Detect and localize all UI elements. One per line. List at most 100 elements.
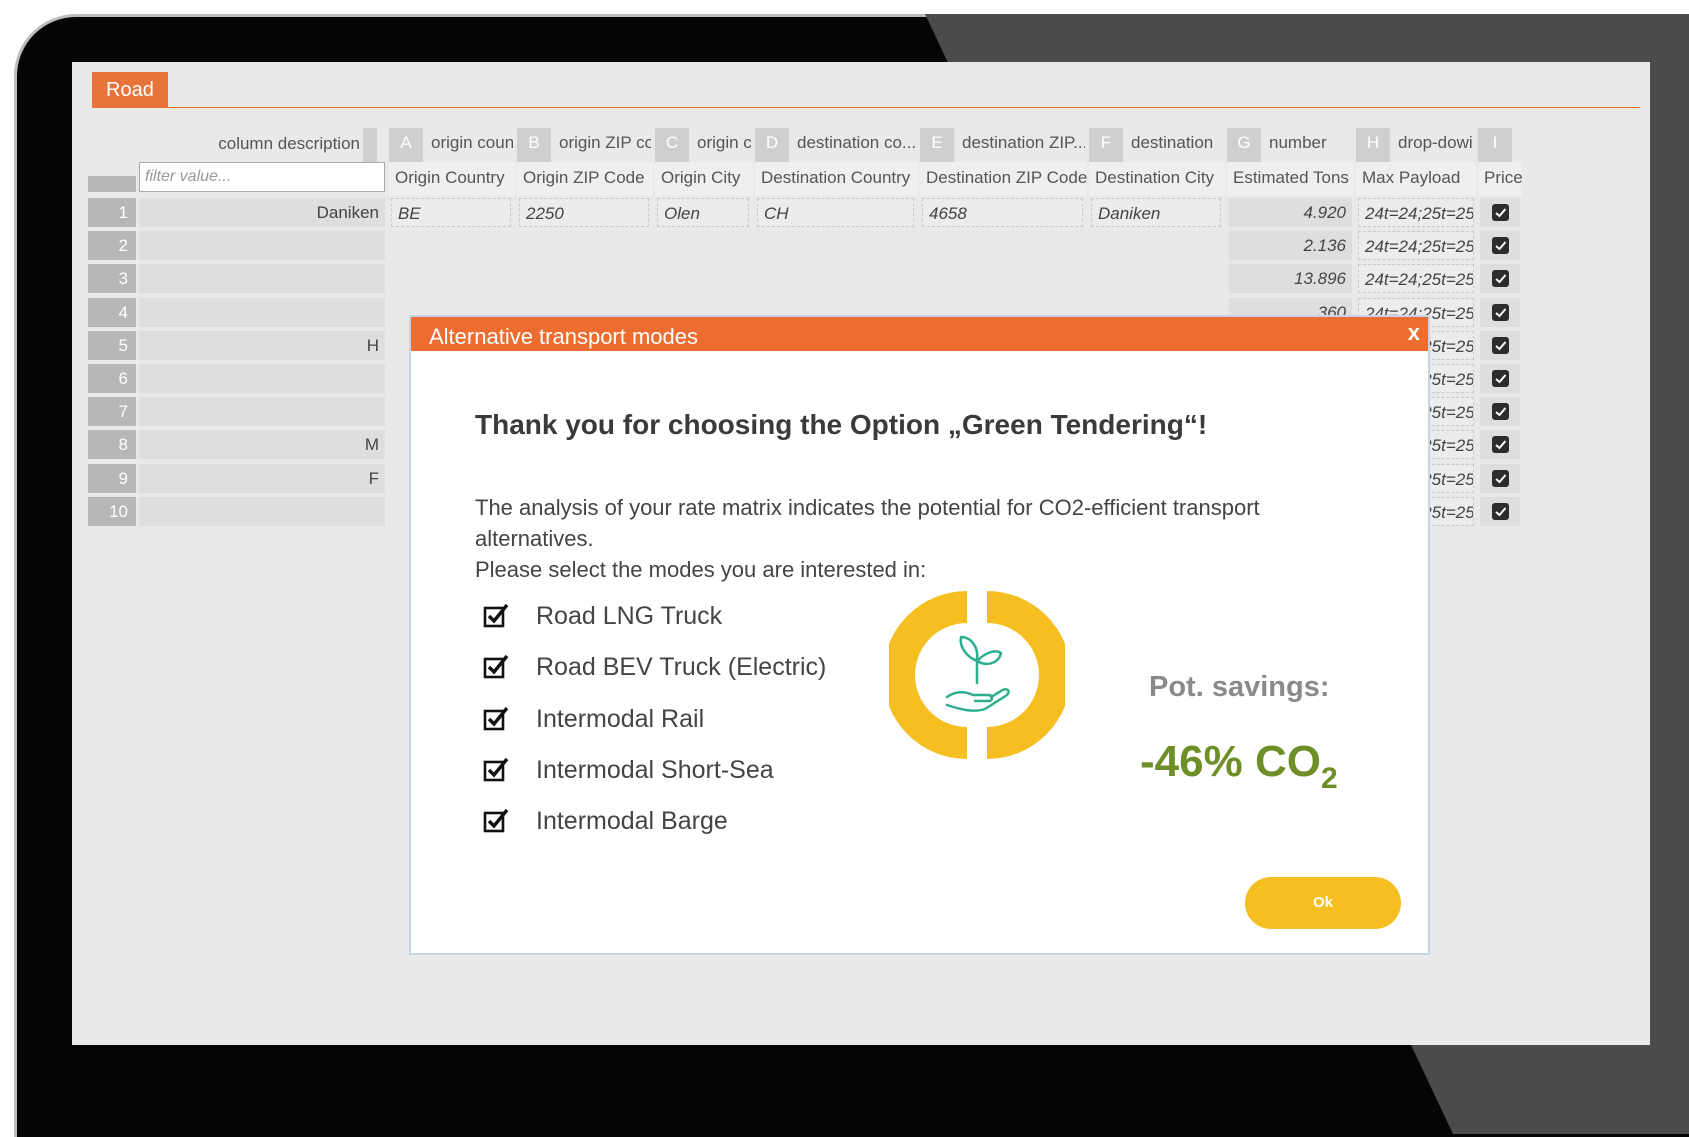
cell-max-payload[interactable]: 24t=24;25t=25; <box>1358 264 1474 294</box>
price-checkbox[interactable] <box>1492 204 1509 221</box>
checkbox-checked-icon[interactable] <box>483 807 509 833</box>
row-description <box>139 231 385 261</box>
close-button[interactable]: x <box>1408 317 1420 349</box>
column-letter-b[interactable]: B <box>517 128 551 162</box>
filter-input[interactable]: filter value... <box>139 162 385 192</box>
row-description: M <box>139 430 385 460</box>
row-number[interactable]: 10 <box>88 496 136 526</box>
column-letter-d[interactable]: D <box>755 128 789 162</box>
row-number[interactable]: 9 <box>88 463 136 493</box>
header-destination-city[interactable]: Destination City <box>1089 162 1225 196</box>
row-number[interactable]: 7 <box>88 397 136 427</box>
mode-option-label: Intermodal Short-Sea <box>536 755 774 784</box>
column-name-h: drop-dowi <box>1398 133 1473 152</box>
cell-estimated-tons[interactable]: 13.896 <box>1229 264 1352 294</box>
price-checkbox[interactable] <box>1492 370 1509 387</box>
price-checkbox[interactable] <box>1492 336 1509 354</box>
header-max-payload[interactable]: Max Payload <box>1356 162 1476 196</box>
column-name-e: destination ZIP... <box>962 133 1085 152</box>
column-letter-i[interactable]: I <box>1478 128 1512 162</box>
description-line: The analysis of your rate matrix indicat… <box>475 495 1260 551</box>
mode-option-label: Intermodal Rail <box>536 704 705 733</box>
app-screen: Road column description Aorigin coun Borig… <box>72 62 1650 1045</box>
column-letter-f[interactable]: F <box>1089 128 1123 162</box>
cell-dzip[interactable]: 4658 <box>922 198 1083 227</box>
row-number[interactable]: 2 <box>88 231 136 261</box>
cell-country[interactable]: BE <box>391 198 511 227</box>
row-number[interactable]: 4 <box>88 297 136 327</box>
checkbox-checked-icon[interactable] <box>483 602 509 628</box>
column-letter-g[interactable]: G <box>1227 128 1261 162</box>
alternative-transport-dialog: Alternative transport modes x Thank you … <box>409 315 1430 955</box>
row-description <box>139 264 385 294</box>
row-number[interactable]: 5 <box>88 330 136 360</box>
column-letter-e[interactable]: E <box>920 128 954 162</box>
checkbox-checked-icon[interactable] <box>483 705 509 731</box>
cell-price <box>1480 198 1520 227</box>
header-estimated-tons[interactable]: Estimated Tons <box>1227 162 1354 196</box>
header-origin-city[interactable]: Origin City <box>655 162 753 196</box>
cell-price <box>1480 231 1520 261</box>
tab-underline <box>92 107 1640 108</box>
price-checkbox[interactable] <box>1492 303 1509 321</box>
instruction-line: Please select the modes you are interest… <box>475 557 927 582</box>
column-name-g: number <box>1269 133 1327 152</box>
row-number[interactable]: 8 <box>88 430 136 460</box>
savings-subscript: 2 <box>1320 762 1338 795</box>
savings-value: -46% CO2 <box>1140 737 1338 796</box>
description-column-handle[interactable] <box>363 128 377 162</box>
price-checkbox[interactable] <box>1492 403 1509 421</box>
column-letter-h[interactable]: H <box>1356 128 1390 162</box>
price-checkbox[interactable] <box>1492 469 1509 487</box>
header-destination-country[interactable]: Destination Country <box>755 162 918 196</box>
header-price[interactable]: Price <box>1478 162 1522 196</box>
cell-price <box>1480 496 1520 526</box>
column-name-c: origin c <box>697 133 751 152</box>
cell-price <box>1480 397 1520 427</box>
cell-max-payload[interactable]: 24t=24;25t=25; <box>1358 231 1474 261</box>
price-checkbox[interactable] <box>1492 502 1509 520</box>
row-description <box>139 397 385 427</box>
column-name-f: destination <box>1131 133 1214 152</box>
mode-option-label: Intermodal Barge <box>536 807 728 836</box>
cell-zip[interactable]: 2250 <box>519 198 649 227</box>
row-description <box>139 496 385 526</box>
tab-road[interactable]: Road <box>92 72 168 108</box>
cell-estimated-tons[interactable]: 2.136 <box>1229 231 1352 261</box>
cell-price <box>1480 463 1520 493</box>
cell-estimated-tons[interactable]: 4.920 <box>1229 198 1352 227</box>
cell-price <box>1480 364 1520 393</box>
column-description-label: column description <box>218 134 360 153</box>
checkbox-checked-icon[interactable] <box>483 756 509 782</box>
cell-dcity[interactable]: Daniken <box>1091 198 1221 227</box>
cell-price <box>1480 297 1520 327</box>
row-description: F <box>139 463 385 493</box>
plant-savings-icon <box>889 591 1065 759</box>
price-checkbox[interactable] <box>1492 270 1509 288</box>
cell-price <box>1480 430 1520 460</box>
savings-label: Pot. savings: <box>1149 671 1330 703</box>
cell-price <box>1480 264 1520 294</box>
row-number[interactable]: 3 <box>88 264 136 294</box>
column-letter-a[interactable]: A <box>389 128 423 162</box>
cell-city[interactable]: Olen <box>657 198 749 227</box>
column-name-a: origin coun <box>431 133 513 152</box>
row-number[interactable]: 1 <box>88 198 136 227</box>
price-checkbox[interactable] <box>1492 436 1509 454</box>
row-number[interactable]: 6 <box>88 364 136 393</box>
checkbox-checked-icon[interactable] <box>483 653 509 679</box>
header-destination-zip-code[interactable]: Destination ZIP Code <box>920 162 1087 196</box>
header-origin-country[interactable]: Origin Country <box>389 162 515 196</box>
column-name-b: origin ZIP cod <box>559 133 651 152</box>
price-checkbox[interactable] <box>1492 237 1509 255</box>
row-description: Daniken <box>139 198 385 227</box>
column-letter-c[interactable]: C <box>655 128 689 162</box>
ok-button[interactable]: Ok <box>1245 877 1401 929</box>
header-origin-zip-code[interactable]: Origin ZIP Code <box>517 162 653 196</box>
cell-max-payload[interactable]: 24t=24;25t=25; <box>1358 198 1474 227</box>
cell-price <box>1480 330 1520 360</box>
cell-dcountry[interactable]: CH <box>757 198 914 227</box>
savings-value-text: -46% CO <box>1140 737 1321 786</box>
header-corner <box>88 176 136 192</box>
dialog-header: Alternative transport modes <box>411 317 1428 351</box>
